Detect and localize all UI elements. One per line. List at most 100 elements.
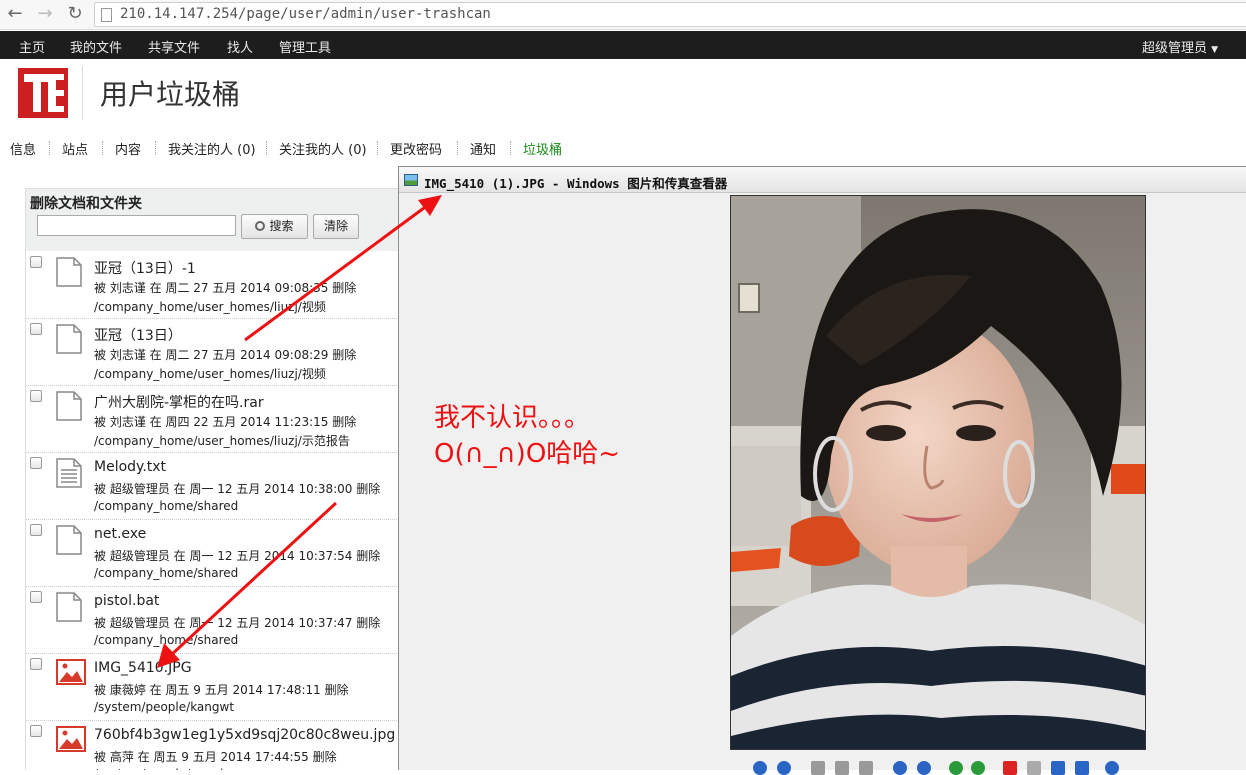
item-path: /company_home/user_homes/liuzj/视频: [94, 367, 326, 381]
caret-down-icon: ▼: [1211, 45, 1219, 55]
nav-home[interactable]: 主页: [19, 37, 45, 56]
picture-icon: [404, 174, 418, 186]
item-path: /company_home/user_homes/liuzj/视频: [94, 300, 326, 314]
nav-my-files[interactable]: 我的文件: [70, 37, 122, 56]
magnifier-icon: [255, 221, 266, 231]
item-deleted-info: 被 康薇婷 在 周五 9 五月 2014 17:48:11 删除: [94, 683, 349, 697]
item-deleted-info: 被 刘志谨 在 周二 27 五月 2014 09:08:29 删除: [94, 348, 357, 362]
item-name[interactable]: Melody.txt: [94, 459, 166, 475]
item-deleted-info: 被 刘志谨 在 周四 22 五月 2014 11:23:15 删除: [94, 415, 357, 429]
list-item: pistol.bat 被 超级管理员 在 周一 12 五月 2014 10:37:…: [26, 587, 399, 654]
list-item: Melody.txt 被 超级管理员 在 周一 12 五月 2014 10:38:…: [26, 453, 399, 520]
item-deleted-info: 被 刘志谨 在 周二 27 五月 2014 09:08:35 删除: [94, 281, 357, 295]
tab-trashcan[interactable]: 垃圾桶: [523, 139, 562, 158]
profile-subnav: 信息 站点 内容 我关注的人 (0) 关注我的人 (0) 更改密码 通知 垃圾桶: [0, 137, 700, 158]
search-button-label: 搜索: [269, 219, 294, 233]
select-checkbox[interactable]: [30, 390, 42, 402]
document-icon: [56, 324, 82, 354]
reload-icon[interactable]: ↻: [64, 3, 86, 25]
tab-content[interactable]: 内容: [115, 139, 141, 158]
item-path: /company_home/shared: [94, 499, 239, 513]
best-fit-icon[interactable]: [811, 761, 825, 775]
save-icon[interactable]: [1051, 761, 1065, 775]
item-path: /system/people/kangwt: [94, 700, 235, 714]
item-name[interactable]: IMG_5410.JPG: [94, 660, 192, 676]
document-icon: [56, 391, 82, 421]
next-image-icon[interactable]: [777, 761, 791, 775]
list-item: 760bf4b3gw1eg1y5xd9sqj20c80c8weu.jpg 被 高萍…: [26, 721, 399, 770]
browser-toolbar: ← → ↻ 210.14.147.254/page/user/admin/use…: [0, 0, 1246, 30]
annotation-line-2: O(∩_∩)O哈哈~: [434, 439, 621, 469]
actual-size-icon[interactable]: [835, 761, 849, 775]
previous-image-icon[interactable]: [753, 761, 767, 775]
tab-info[interactable]: 信息: [10, 139, 36, 158]
text-file-icon: [56, 458, 82, 488]
rotate-counterclockwise-icon[interactable]: [971, 761, 985, 775]
url-text: 210.14.147.254/page/user/admin/user-tras…: [120, 6, 491, 22]
tab-followers[interactable]: 关注我的人 (0): [279, 139, 367, 158]
delete-icon[interactable]: [1003, 761, 1017, 775]
item-deleted-info: 被 超级管理员 在 周一 12 五月 2014 10:37:47 删除: [94, 616, 381, 630]
print-icon[interactable]: [1027, 761, 1041, 775]
annotation-text: 我不认识。。。 O(∩_∩)O哈哈~: [434, 400, 620, 472]
list-item: IMG_5410.JPG 被 康薇婷 在 周五 9 五月 2014 17:48:1…: [26, 654, 399, 721]
rotate-clockwise-icon[interactable]: [949, 761, 963, 775]
forward-icon[interactable]: →: [34, 3, 56, 25]
select-checkbox[interactable]: [30, 256, 42, 268]
tab-change-password[interactable]: 更改密码: [390, 139, 442, 158]
document-icon: [56, 525, 82, 555]
select-checkbox[interactable]: [30, 524, 42, 536]
select-checkbox[interactable]: [30, 457, 42, 469]
list-item: 亚冠（13日） 被 刘志谨 在 周二 27 五月 2014 09:08:29 删除…: [26, 319, 399, 386]
select-checkbox[interactable]: [30, 658, 42, 670]
select-checkbox[interactable]: [30, 323, 42, 335]
item-name[interactable]: pistol.bat: [94, 593, 159, 609]
clear-button[interactable]: 清除: [313, 214, 359, 239]
item-name[interactable]: 广州大剧院-掌柜的在吗.rar: [94, 392, 264, 412]
tab-sites[interactable]: 站点: [62, 139, 88, 158]
item-deleted-info: 被 超级管理员 在 周一 12 五月 2014 10:38:00 删除: [94, 482, 381, 496]
document-icon: [56, 592, 82, 622]
user-menu[interactable]: 超级管理员 ▼: [1142, 37, 1218, 56]
nav-find-people[interactable]: 找人: [227, 37, 253, 56]
document-icon: [56, 257, 82, 287]
search-input[interactable]: [37, 215, 236, 236]
item-path: /company_home/shared: [94, 633, 239, 647]
page-icon: [101, 8, 112, 22]
edit-icon[interactable]: [1075, 761, 1089, 775]
item-deleted-info: 被 高萍 在 周五 9 五月 2014 17:44:55 删除: [94, 750, 337, 764]
page-title: 用户垃圾桶: [100, 78, 241, 111]
nav-shared-files[interactable]: 共享文件: [148, 37, 200, 56]
select-checkbox[interactable]: [30, 591, 42, 603]
item-name[interactable]: 760bf4b3gw1eg1y5xd9sqj20c80c8weu.jpg: [94, 727, 395, 743]
back-icon[interactable]: ←: [4, 3, 26, 25]
help-icon[interactable]: [1105, 761, 1119, 775]
viewer-title: IMG_5410 (1).JPG - Windows 图片和传真查看器: [424, 176, 728, 191]
list-item: net.exe 被 超级管理员 在 周一 12 五月 2014 10:37:54 …: [26, 520, 399, 587]
photo: [730, 195, 1146, 750]
image-file-icon: [56, 726, 86, 756]
top-navigation: 主页 我的文件 共享文件 找人 管理工具 超级管理员 ▼: [0, 31, 1246, 59]
item-name[interactable]: 亚冠（13日）-1: [94, 258, 196, 278]
item-name[interactable]: 亚冠（13日）: [94, 325, 182, 345]
list-item: 亚冠（13日）-1 被 刘志谨 在 周二 27 五月 2014 09:08:35 …: [26, 252, 399, 319]
viewer-toolbar: [753, 759, 1133, 775]
tab-following[interactable]: 我关注的人 (0): [168, 139, 256, 158]
address-bar[interactable]: 210.14.147.254/page/user/admin/user-tras…: [94, 2, 1246, 27]
item-deleted-info: 被 超级管理员 在 周一 12 五月 2014 10:37:54 删除: [94, 549, 381, 563]
user-name: 超级管理员: [1142, 41, 1208, 56]
slideshow-icon[interactable]: [859, 761, 873, 775]
item-name[interactable]: net.exe: [94, 526, 146, 542]
image-file-icon: [56, 659, 86, 689]
search-button[interactable]: 搜索: [241, 214, 308, 239]
viewer-titlebar[interactable]: IMG_5410 (1).JPG - Windows 图片和传真查看器: [399, 167, 1246, 193]
panel-title: 删除文档和文件夹: [30, 196, 142, 212]
app-logo[interactable]: [18, 68, 68, 118]
tab-notifications[interactable]: 通知: [470, 139, 496, 158]
zoom-out-icon[interactable]: [917, 761, 931, 775]
nav-admin-tools[interactable]: 管理工具: [279, 37, 331, 56]
header-divider: [82, 66, 83, 120]
select-checkbox[interactable]: [30, 725, 42, 737]
item-path: /company_home/shared: [94, 566, 239, 580]
zoom-in-icon[interactable]: [893, 761, 907, 775]
